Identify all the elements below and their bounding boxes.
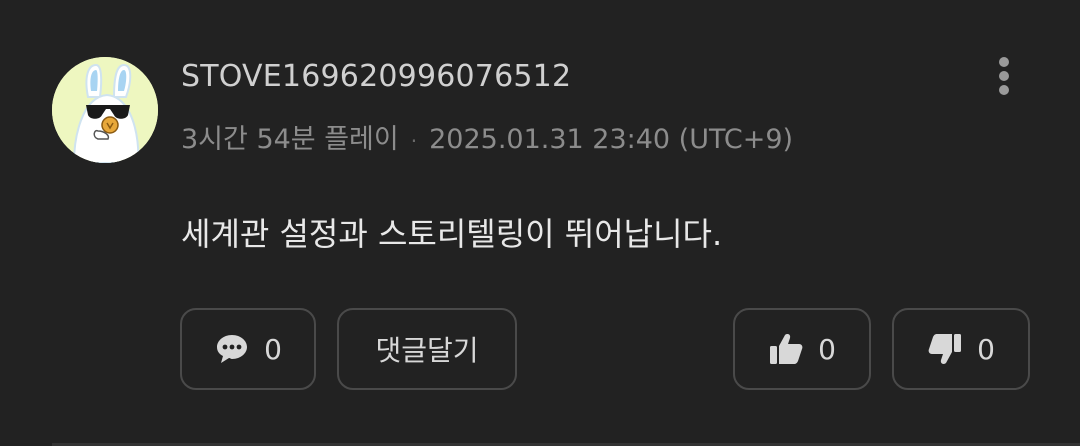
like-count: 0	[818, 332, 836, 366]
write-reply-button[interactable]: 댓글달기	[337, 308, 517, 390]
like-button[interactable]: 0	[733, 308, 871, 390]
review-content: 세계관 설정과 스토리텔링이 뛰어납니다.	[181, 215, 723, 253]
review-meta: 3시간 54분 플레이 · 2025.01.31 23:40 (UTC+9)	[181, 120, 793, 160]
dislike-button[interactable]: 0	[892, 308, 1030, 390]
comment-bubble-icon	[217, 335, 248, 363]
more-options-button[interactable]	[984, 52, 1024, 100]
thumbs-down-icon	[928, 334, 962, 364]
replies-count: 0	[264, 332, 282, 366]
play-time: 3시간 54분 플레이	[181, 124, 399, 155]
replies-button[interactable]: 0	[180, 308, 316, 390]
review-card: STOVE169620996076512 3시간 54분 플레이 · 2025.01…	[0, 0, 1080, 446]
meta-separator: ·	[410, 128, 418, 153]
timestamp: 2025.01.31 23:40 (UTC+9)	[429, 124, 794, 155]
username[interactable]: STOVE169620996076512	[181, 56, 571, 98]
avatar[interactable]	[52, 57, 158, 163]
thumbs-up-icon	[770, 334, 803, 364]
dislike-count: 0	[977, 332, 995, 366]
more-vertical-icon	[999, 57, 1009, 95]
sunglasses-rabbit-avatar-icon	[52, 57, 158, 163]
